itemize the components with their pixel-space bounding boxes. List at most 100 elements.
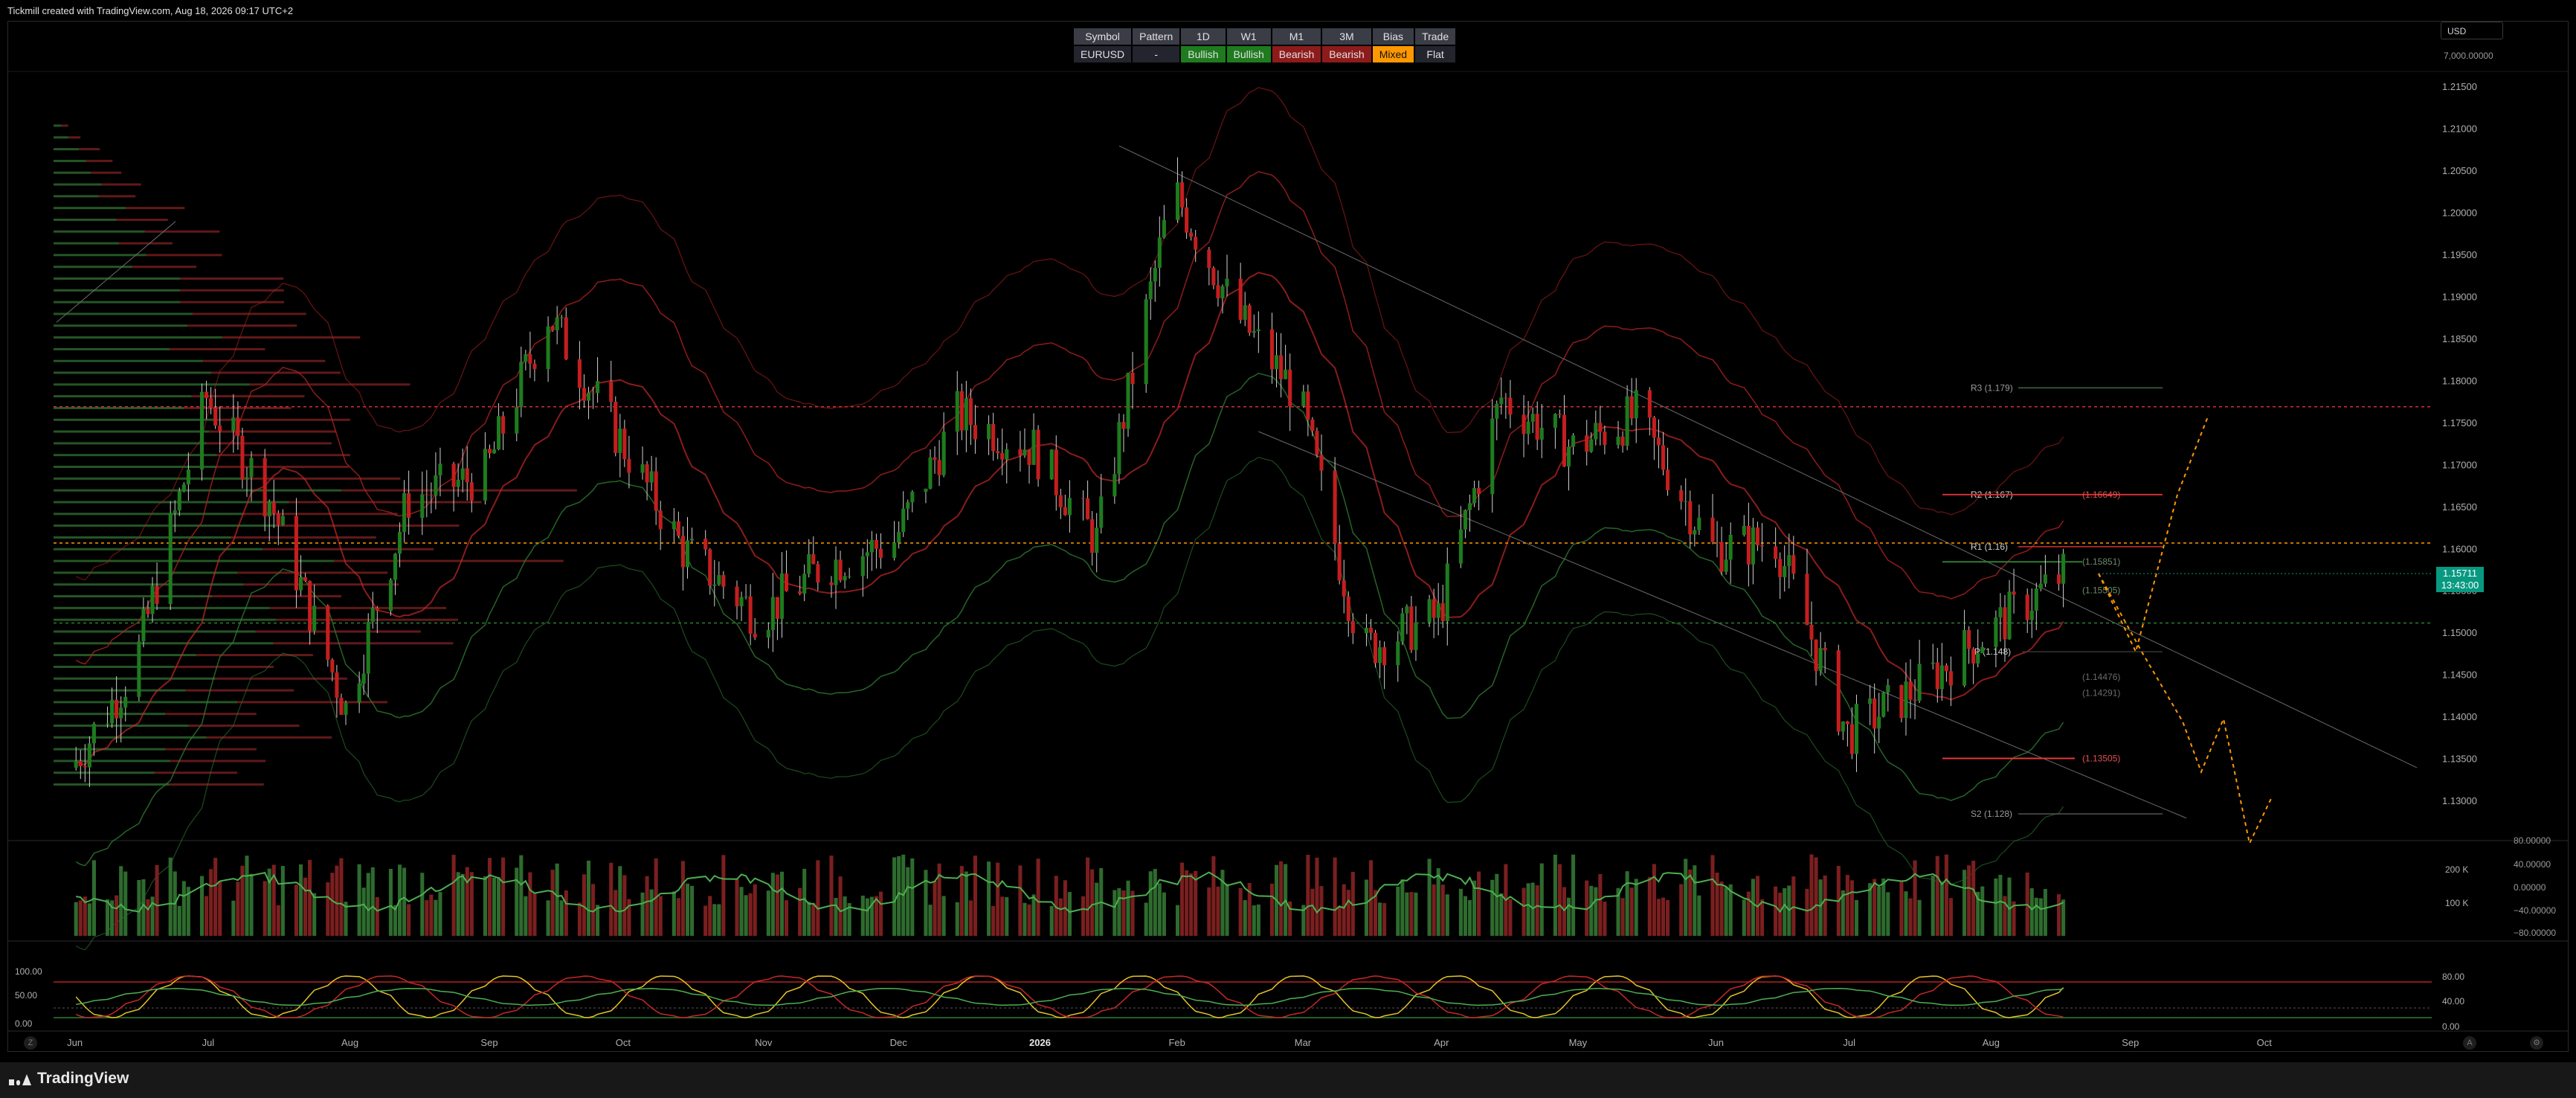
candle (205, 391, 209, 399)
volume-bar (339, 858, 344, 936)
price-chart[interactable]: R3 (1.179)R2 (1.167)R1 (1.16)P (1.148)S2… (0, 0, 2576, 1098)
volume-bar (469, 872, 474, 936)
volume-bar (1238, 887, 1243, 936)
volume-bar (1058, 898, 1063, 936)
profile-bar-up (54, 748, 166, 751)
time-tick-label: Sep (2122, 1037, 2139, 1048)
volume-bar (1873, 879, 1877, 936)
currency-selector[interactable]: USD (2441, 22, 2503, 39)
volume-bar (816, 860, 820, 936)
candle (649, 471, 654, 483)
profile-bar-up (54, 136, 68, 139)
volume-bar (991, 905, 996, 936)
candle (1499, 397, 1504, 404)
candle (1719, 542, 1724, 572)
candle (690, 539, 695, 541)
volume-bar (106, 899, 110, 936)
candle (1090, 518, 1095, 553)
candle (1684, 501, 1688, 502)
profile-bar-down (249, 383, 410, 386)
volume-bar (1998, 875, 2003, 936)
candle (596, 381, 600, 394)
bias-header-pattern: Pattern (1133, 28, 1180, 45)
profile-bar-up (54, 418, 217, 421)
volume-bar (1090, 869, 1095, 936)
candle (906, 502, 910, 509)
candle (933, 457, 937, 460)
profile-bar-down (125, 207, 185, 210)
time-tick-label: Oct (616, 1037, 631, 1048)
candle (1939, 665, 1944, 690)
candle (1000, 453, 1005, 460)
profile-bar-down (211, 595, 342, 598)
candle (802, 574, 807, 594)
zoom-reset-button[interactable]: Z (24, 1036, 37, 1050)
volume-bar (1594, 887, 1598, 936)
osc-tick-label: 80.00 (2442, 972, 2464, 982)
time-tick-label: Jun (1708, 1037, 1724, 1048)
candle (1980, 646, 1985, 653)
volume-bar (996, 862, 1000, 936)
volume-bar (860, 895, 865, 936)
volume-bar (1279, 861, 1284, 936)
volume-bar (1256, 904, 1260, 936)
profile-bar-up (54, 289, 181, 292)
candle (1157, 237, 1162, 268)
candle (308, 580, 312, 632)
volume-bar (1117, 887, 1121, 936)
candle (2003, 607, 2007, 640)
volume-osc-tick-label: −80.00000 (2514, 928, 2556, 938)
profile-bar-up (54, 571, 238, 574)
volume-bar (1665, 899, 1670, 936)
volume-bar (303, 877, 308, 936)
volume-bar (1269, 883, 1275, 936)
volume-bar (685, 883, 690, 936)
settings-gear-icon[interactable]: ⚙ (2530, 1036, 2543, 1050)
candle (685, 540, 690, 568)
time-tick-label: Dec (890, 1037, 908, 1048)
volume-bar (564, 890, 568, 936)
candle (330, 659, 335, 672)
candle (1688, 501, 1693, 535)
volume-bar (708, 896, 712, 936)
tradingview-logo[interactable]: TradingView (9, 1067, 129, 1091)
pivot-levels: R3 (1.179)R2 (1.167)R1 (1.16)P (1.148)S2… (1942, 382, 2163, 819)
volume-bar (1589, 885, 1594, 936)
volume-bar (618, 866, 622, 936)
volume-bar (676, 898, 680, 936)
profile-bar-down (165, 748, 257, 751)
candle (177, 491, 181, 511)
volume-bar (1400, 879, 1405, 936)
candle (1809, 625, 1814, 640)
candle (524, 354, 528, 362)
candle (1054, 449, 1058, 495)
auto-scale-button[interactable]: A (2463, 1036, 2476, 1050)
profile-bar-up (54, 442, 207, 445)
candle (1180, 182, 1185, 208)
volume-bar (1603, 902, 1607, 936)
candle (658, 510, 663, 530)
volume-bar (425, 899, 429, 936)
candle (1031, 429, 1036, 465)
candle (1058, 495, 1063, 507)
candle (672, 521, 676, 530)
candle (1467, 503, 1472, 510)
volume-bar (532, 892, 537, 936)
candle (312, 606, 317, 632)
volume-bar (1225, 884, 1229, 936)
candle (1378, 647, 1382, 664)
candle (1845, 721, 1849, 725)
volume-bar (1557, 864, 1562, 936)
profile-bar-down (170, 347, 265, 350)
profile-bar-up (54, 395, 192, 398)
profile-bar-down (116, 218, 168, 221)
volume-bar (1432, 884, 1436, 936)
candle (878, 548, 883, 558)
candle (609, 381, 614, 402)
candle (941, 431, 946, 475)
volume-bar (231, 900, 236, 936)
candle (1414, 622, 1418, 650)
candle (1976, 652, 1980, 664)
volume-bar (865, 898, 869, 936)
time-tick-label: Nov (755, 1037, 773, 1048)
